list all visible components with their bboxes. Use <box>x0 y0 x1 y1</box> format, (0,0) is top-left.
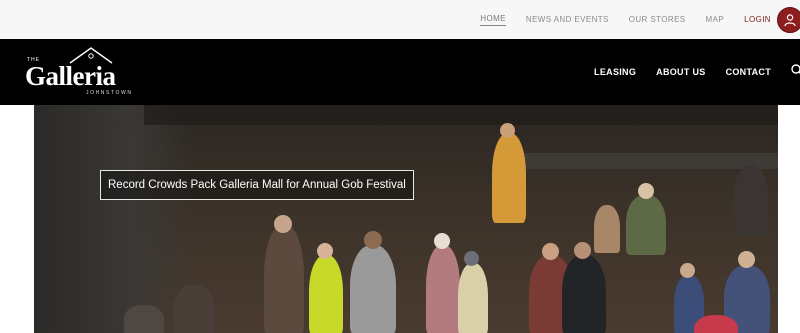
main-nav-leasing[interactable]: LEASING <box>594 67 636 77</box>
user-icon[interactable] <box>777 6 800 33</box>
top-bar: HOME NEWS AND EVENTS OUR STORES MAP LOGI… <box>0 0 800 39</box>
hero-image[interactable]: Record Crowds Pack Galleria Mall for Ann… <box>34 105 778 333</box>
hero-wall <box>34 105 194 333</box>
main-nav-contact[interactable]: CONTACT <box>726 67 771 77</box>
main-header: THE Galleria JOHNSTOWN LEASING ABOUT US … <box>0 39 800 105</box>
logo-location: JOHNSTOWN <box>86 90 133 96</box>
top-nav-home[interactable]: HOME <box>480 14 506 26</box>
hero-beam <box>144 105 778 125</box>
site-logo[interactable]: THE Galleria JOHNSTOWN <box>24 45 154 99</box>
main-nav: LEASING ABOUT US CONTACT <box>594 39 800 105</box>
hero-headline-text: Record Crowds Pack Galleria Mall for Ann… <box>108 179 406 191</box>
top-nav-map[interactable]: MAP <box>706 15 725 24</box>
top-nav-our-stores[interactable]: OUR STORES <box>629 15 686 24</box>
login-link[interactable]: LOGIN <box>744 15 771 24</box>
main-nav-about-us[interactable]: ABOUT US <box>656 67 705 77</box>
top-nav: HOME NEWS AND EVENTS OUR STORES MAP LOGI… <box>480 0 800 39</box>
hero-railing <box>514 153 778 169</box>
search-icon[interactable] <box>791 63 800 81</box>
logo-name: Galleria <box>25 61 116 91</box>
hero-headline[interactable]: Record Crowds Pack Galleria Mall for Ann… <box>100 170 414 200</box>
top-nav-news-events[interactable]: NEWS AND EVENTS <box>526 15 609 24</box>
